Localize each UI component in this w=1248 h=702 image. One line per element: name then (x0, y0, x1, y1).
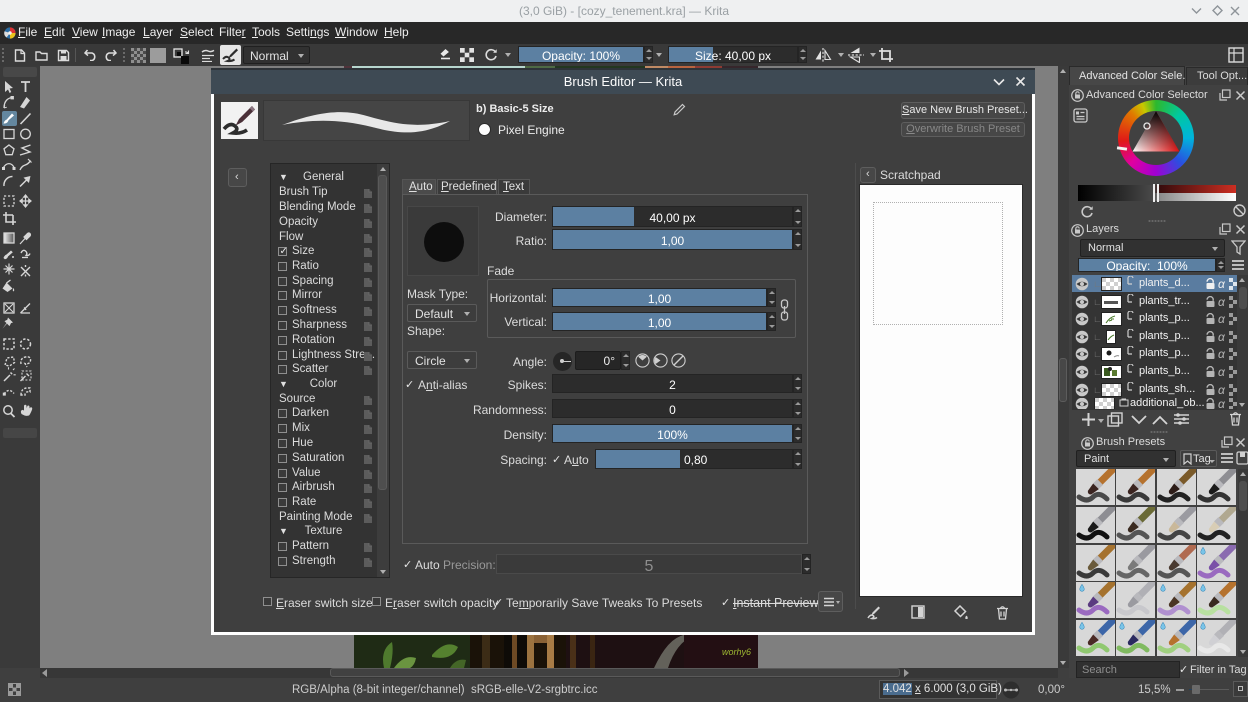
svg-text:worhy6: worhy6 (722, 647, 751, 657)
